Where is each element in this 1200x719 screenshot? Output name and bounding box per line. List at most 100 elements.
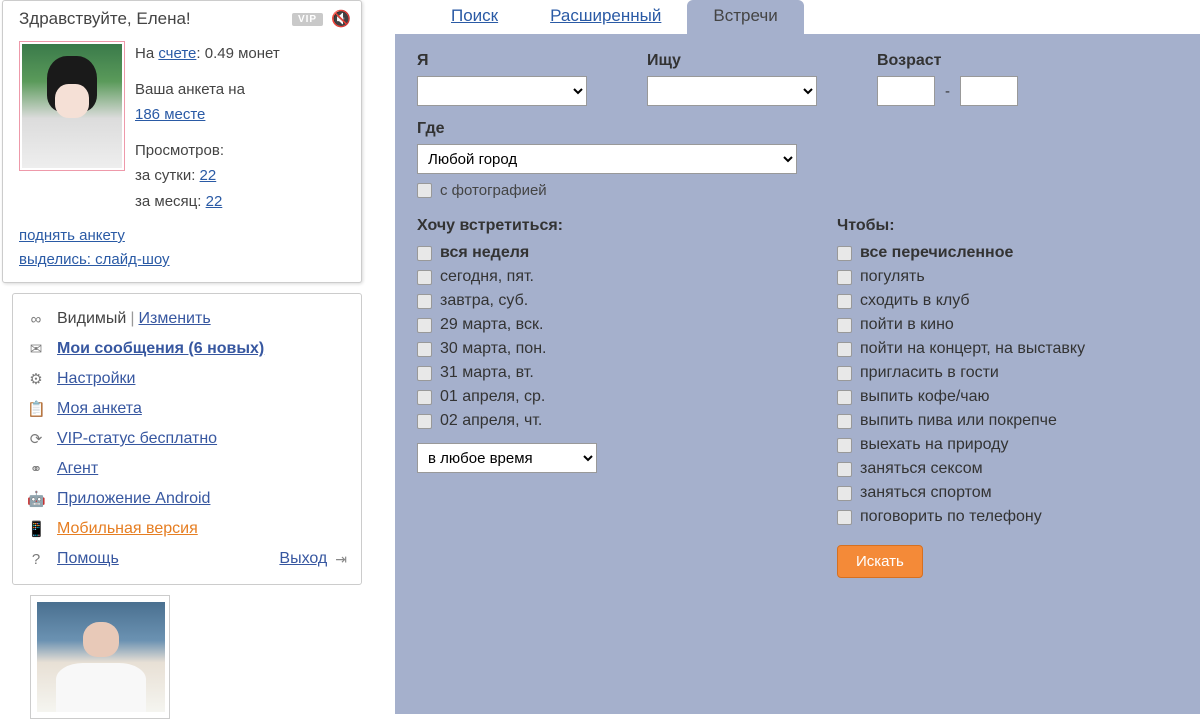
menu-settings[interactable]: ⚙ Настройки bbox=[27, 364, 347, 394]
purpose-label: пойти в кино bbox=[860, 316, 954, 334]
purpose-label: сходить в клуб bbox=[860, 292, 970, 310]
photo-checkbox[interactable] bbox=[417, 183, 432, 198]
views-day-link[interactable]: 22 bbox=[200, 167, 217, 184]
purpose-checkbox[interactable] bbox=[837, 462, 852, 477]
menu-vip[interactable]: ⟳ VIP-статус бесплатно bbox=[27, 424, 347, 454]
tab-search-label[interactable]: Поиск bbox=[451, 6, 498, 25]
day-item[interactable]: 31 марта, вт. bbox=[417, 361, 797, 385]
day-checkbox[interactable] bbox=[417, 294, 432, 309]
purpose-item[interactable]: пойти в кино bbox=[837, 313, 1200, 337]
search-button[interactable]: Искать bbox=[837, 545, 923, 578]
purpose-checkbox[interactable] bbox=[837, 438, 852, 453]
vip-badge[interactable]: VIP bbox=[292, 13, 323, 26]
purpose-item[interactable]: выпить пива или покрепче bbox=[837, 409, 1200, 433]
purpose-item[interactable]: поговорить по телефону bbox=[837, 505, 1200, 529]
day-label: 31 марта, вт. bbox=[440, 364, 534, 382]
exit-link[interactable]: Выход bbox=[279, 550, 327, 568]
day-checkbox[interactable] bbox=[417, 366, 432, 381]
day-checkbox[interactable] bbox=[417, 414, 432, 429]
age-to-input[interactable] bbox=[960, 76, 1018, 106]
my-profile-link[interactable]: Моя анкета bbox=[57, 400, 142, 418]
tab-advanced[interactable]: Расширенный bbox=[524, 0, 687, 34]
android-link[interactable]: Приложение Android bbox=[57, 490, 210, 508]
menu-help[interactable]: ? Помощь Выход ⇥ bbox=[27, 544, 347, 574]
day-item[interactable]: 30 марта, пон. bbox=[417, 337, 797, 361]
agent-link[interactable]: Агент bbox=[57, 460, 98, 478]
sound-icon[interactable]: 🔇 bbox=[331, 9, 351, 29]
day-item[interactable]: 01 апреля, ср. bbox=[417, 385, 797, 409]
help-link[interactable]: Помощь bbox=[57, 550, 119, 568]
menu-mobile[interactable]: 📱 Мобильная версия bbox=[27, 514, 347, 544]
time-select[interactable]: в любое время bbox=[417, 443, 597, 473]
day-item[interactable]: завтра, суб. bbox=[417, 289, 797, 313]
settings-link[interactable]: Настройки bbox=[57, 370, 135, 388]
tab-advanced-label[interactable]: Расширенный bbox=[550, 6, 661, 25]
glasses-icon: ∞ bbox=[27, 311, 45, 328]
purpose-item[interactable]: сходить в клуб bbox=[837, 289, 1200, 313]
day-checkbox[interactable] bbox=[417, 270, 432, 285]
purpose-label: погулять bbox=[860, 268, 925, 286]
menu-visibility: ∞ Видимый|Изменить bbox=[27, 304, 347, 334]
purpose-checkbox[interactable] bbox=[837, 246, 852, 261]
raise-profile-link[interactable]: поднять анкету bbox=[19, 227, 125, 244]
help-icon: ? bbox=[27, 551, 45, 568]
age-label: Возраст bbox=[877, 52, 1018, 70]
purpose-item[interactable]: погулять bbox=[837, 265, 1200, 289]
profile-icon: 📋 bbox=[27, 400, 45, 418]
purpose-item[interactable]: пригласить в гости bbox=[837, 361, 1200, 385]
day-item[interactable]: 29 марта, вск. bbox=[417, 313, 797, 337]
day-item[interactable]: 02 апреля, чт. bbox=[417, 409, 797, 433]
day-checkbox[interactable] bbox=[417, 390, 432, 405]
age-from-input[interactable] bbox=[877, 76, 935, 106]
purpose-checkbox[interactable] bbox=[837, 318, 852, 333]
slideshow-link[interactable]: выделись: слайд-шоу bbox=[19, 251, 170, 268]
purpose-item[interactable]: пойти на концерт, на выставку bbox=[837, 337, 1200, 361]
purpose-item[interactable]: все перечисленное bbox=[837, 241, 1200, 265]
purpose-item[interactable]: заняться спортом bbox=[837, 481, 1200, 505]
visibility-change-link[interactable]: Изменить bbox=[138, 310, 210, 327]
i-am-select[interactable] bbox=[417, 76, 587, 106]
tabs: Поиск Расширенный Встречи bbox=[395, 0, 1200, 34]
seek-label: Ищу bbox=[647, 52, 817, 70]
menu-profile[interactable]: 📋 Моя анкета bbox=[27, 394, 347, 424]
purpose-item[interactable]: выпить кофе/чаю bbox=[837, 385, 1200, 409]
purpose-checkbox[interactable] bbox=[837, 294, 852, 309]
menu-messages[interactable]: ✉ Мои сообщения (6 новых) bbox=[27, 334, 347, 364]
contact-avatar[interactable] bbox=[37, 602, 165, 712]
day-checkbox[interactable] bbox=[417, 246, 432, 261]
messages-link[interactable]: Мои сообщения (6 новых) bbox=[57, 340, 264, 358]
city-select[interactable]: Любой город bbox=[417, 144, 797, 174]
avatar[interactable] bbox=[19, 41, 125, 171]
balance-link[interactable]: счете bbox=[158, 45, 196, 62]
day-item[interactable]: сегодня, пят. bbox=[417, 265, 797, 289]
purpose-label: все перечисленное bbox=[860, 244, 1013, 262]
purpose-checkbox[interactable] bbox=[837, 510, 852, 525]
day-checkbox[interactable] bbox=[417, 318, 432, 333]
menu-agent[interactable]: ⚭ Агент bbox=[27, 454, 347, 484]
mobile-link[interactable]: Мобильная версия bbox=[57, 520, 198, 538]
rank-link[interactable]: 186 месте bbox=[135, 106, 205, 123]
purpose-label: пойти на концерт, на выставку bbox=[860, 340, 1085, 358]
tab-meetings[interactable]: Встречи bbox=[687, 0, 803, 34]
day-label: сегодня, пят. bbox=[440, 268, 534, 286]
views-month-link[interactable]: 22 bbox=[206, 193, 223, 210]
purpose-item[interactable]: заняться сексом bbox=[837, 457, 1200, 481]
contact-panel[interactable] bbox=[30, 595, 170, 719]
i-am-label: Я bbox=[417, 52, 587, 70]
day-label: 02 апреля, чт. bbox=[440, 412, 542, 430]
vip-link[interactable]: VIP-статус бесплатно bbox=[57, 430, 217, 448]
purpose-checkbox[interactable] bbox=[837, 342, 852, 357]
purpose-checkbox[interactable] bbox=[837, 486, 852, 501]
seek-select[interactable] bbox=[647, 76, 817, 106]
purpose-item[interactable]: выехать на природу bbox=[837, 433, 1200, 457]
purpose-label: поговорить по телефону bbox=[860, 508, 1042, 526]
day-item[interactable]: вся неделя bbox=[417, 241, 797, 265]
purpose-checkbox[interactable] bbox=[837, 366, 852, 381]
tab-search[interactable]: Поиск bbox=[425, 0, 524, 34]
envelope-icon: ✉ bbox=[27, 340, 45, 358]
menu-android[interactable]: 🤖 Приложение Android bbox=[27, 484, 347, 514]
purpose-checkbox[interactable] bbox=[837, 414, 852, 429]
purpose-checkbox[interactable] bbox=[837, 390, 852, 405]
day-checkbox[interactable] bbox=[417, 342, 432, 357]
purpose-checkbox[interactable] bbox=[837, 270, 852, 285]
